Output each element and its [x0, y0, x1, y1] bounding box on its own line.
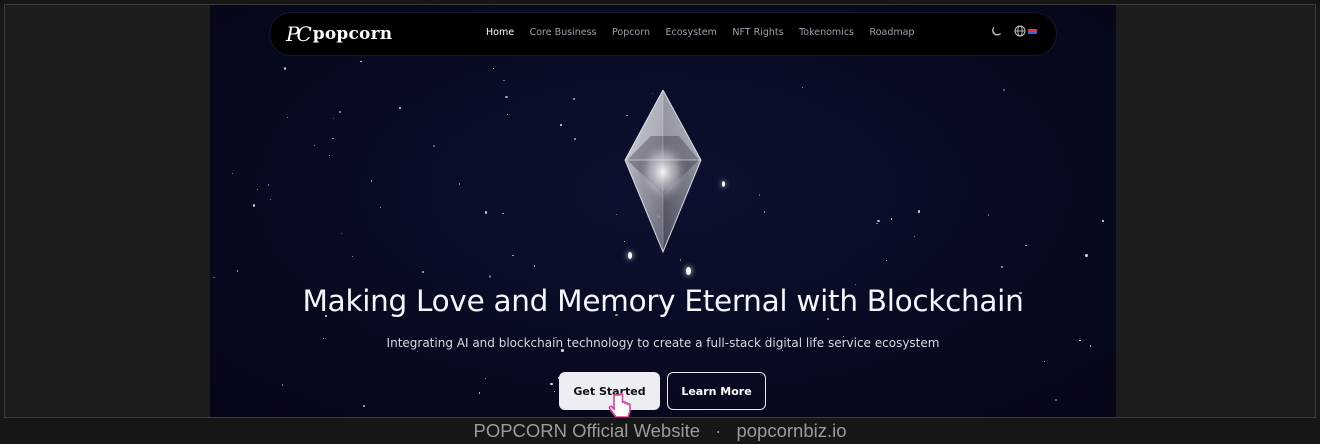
star [231, 173, 233, 175]
star [313, 145, 316, 147]
star [370, 180, 372, 182]
star [328, 154, 330, 156]
star [914, 235, 916, 237]
language-selector-button[interactable] [1014, 25, 1037, 37]
moon-icon [992, 26, 1001, 36]
star [877, 219, 880, 223]
star [458, 183, 460, 185]
hero-headline: Making Love and Memory Eternal with Bloc… [302, 284, 1024, 318]
star [283, 67, 287, 70]
star [573, 98, 575, 100]
star [759, 194, 761, 196]
star [801, 86, 803, 88]
star [1025, 244, 1027, 246]
star [827, 318, 829, 320]
nav-menu: Home Core Business Popcorn Ecosystem NFT… [486, 27, 930, 38]
star [332, 117, 335, 119]
star [380, 206, 382, 208]
nav-item-popcorn[interactable]: Popcorn [612, 27, 650, 38]
star [433, 145, 435, 147]
star [339, 111, 342, 114]
star [1101, 219, 1104, 223]
nav-item-roadmap[interactable]: Roadmap [870, 27, 915, 38]
caption-domain: popcornbiz.io [736, 420, 847, 441]
star [533, 265, 536, 267]
star [505, 95, 508, 99]
star [503, 79, 505, 82]
logo-text: popcorn [312, 24, 393, 44]
star [512, 254, 514, 257]
nav-item-nft-rights[interactable]: NFT Rights [732, 27, 783, 38]
theme-toggle-button[interactable] [988, 26, 1004, 42]
star [478, 392, 481, 394]
logo-mark: PC [286, 22, 312, 46]
star [332, 138, 334, 140]
website-viewport: PC popcorn Home Core Business Popcorn Ec… [210, 5, 1116, 417]
star [399, 106, 402, 109]
hand-pointer-cursor-icon [608, 393, 631, 417]
star [1085, 254, 1088, 257]
star [360, 61, 362, 63]
star [484, 211, 488, 214]
star [341, 232, 343, 234]
flag-icon [1028, 28, 1037, 34]
star [213, 276, 215, 279]
star [1000, 266, 1003, 268]
star [286, 117, 288, 119]
star [781, 350, 783, 352]
star [236, 270, 239, 272]
star [917, 210, 921, 213]
star [488, 275, 492, 278]
glowing-orb [722, 181, 725, 187]
star [363, 404, 365, 407]
learn-more-button[interactable]: Learn More [667, 372, 766, 410]
star [256, 189, 258, 191]
nav-item-home[interactable]: Home [486, 27, 514, 38]
star [1044, 361, 1046, 363]
star [1002, 89, 1005, 91]
crystal-illustration [624, 89, 702, 254]
top-navigation-bar: PC popcorn Home Core Business Popcorn Ec… [270, 13, 1056, 55]
star [493, 67, 495, 69]
star [574, 138, 576, 140]
star [502, 213, 504, 215]
star [554, 391, 556, 393]
star [885, 259, 888, 261]
hero-subheadline: Integrating AI and blockchain technology… [386, 336, 940, 350]
star [560, 124, 562, 126]
star [416, 350, 418, 352]
star [267, 184, 270, 187]
star [615, 213, 617, 215]
star [252, 204, 256, 207]
star [281, 384, 284, 386]
star [352, 256, 354, 258]
caption-separator: · [715, 420, 722, 441]
nav-item-ecosystem[interactable]: Ecosystem [666, 27, 717, 38]
nav-item-tokenomics[interactable]: Tokenomics [799, 27, 854, 38]
star [550, 382, 553, 386]
nav-item-core-business[interactable]: Core Business [530, 27, 597, 38]
caption-title: POPCORN Official Website [473, 420, 701, 441]
star [1055, 399, 1057, 402]
star [270, 199, 272, 201]
star [507, 113, 509, 115]
star [875, 222, 878, 225]
globe-icon [1014, 25, 1026, 37]
star [763, 211, 766, 213]
star [890, 217, 893, 220]
star [987, 214, 990, 217]
star [422, 271, 425, 273]
popcorn-logo[interactable]: PC popcorn [286, 22, 392, 46]
glowing-orb [686, 267, 691, 275]
star [484, 377, 486, 379]
video-caption: POPCORN Official Website · popcornbiz.io [0, 420, 1320, 442]
star [679, 259, 682, 261]
